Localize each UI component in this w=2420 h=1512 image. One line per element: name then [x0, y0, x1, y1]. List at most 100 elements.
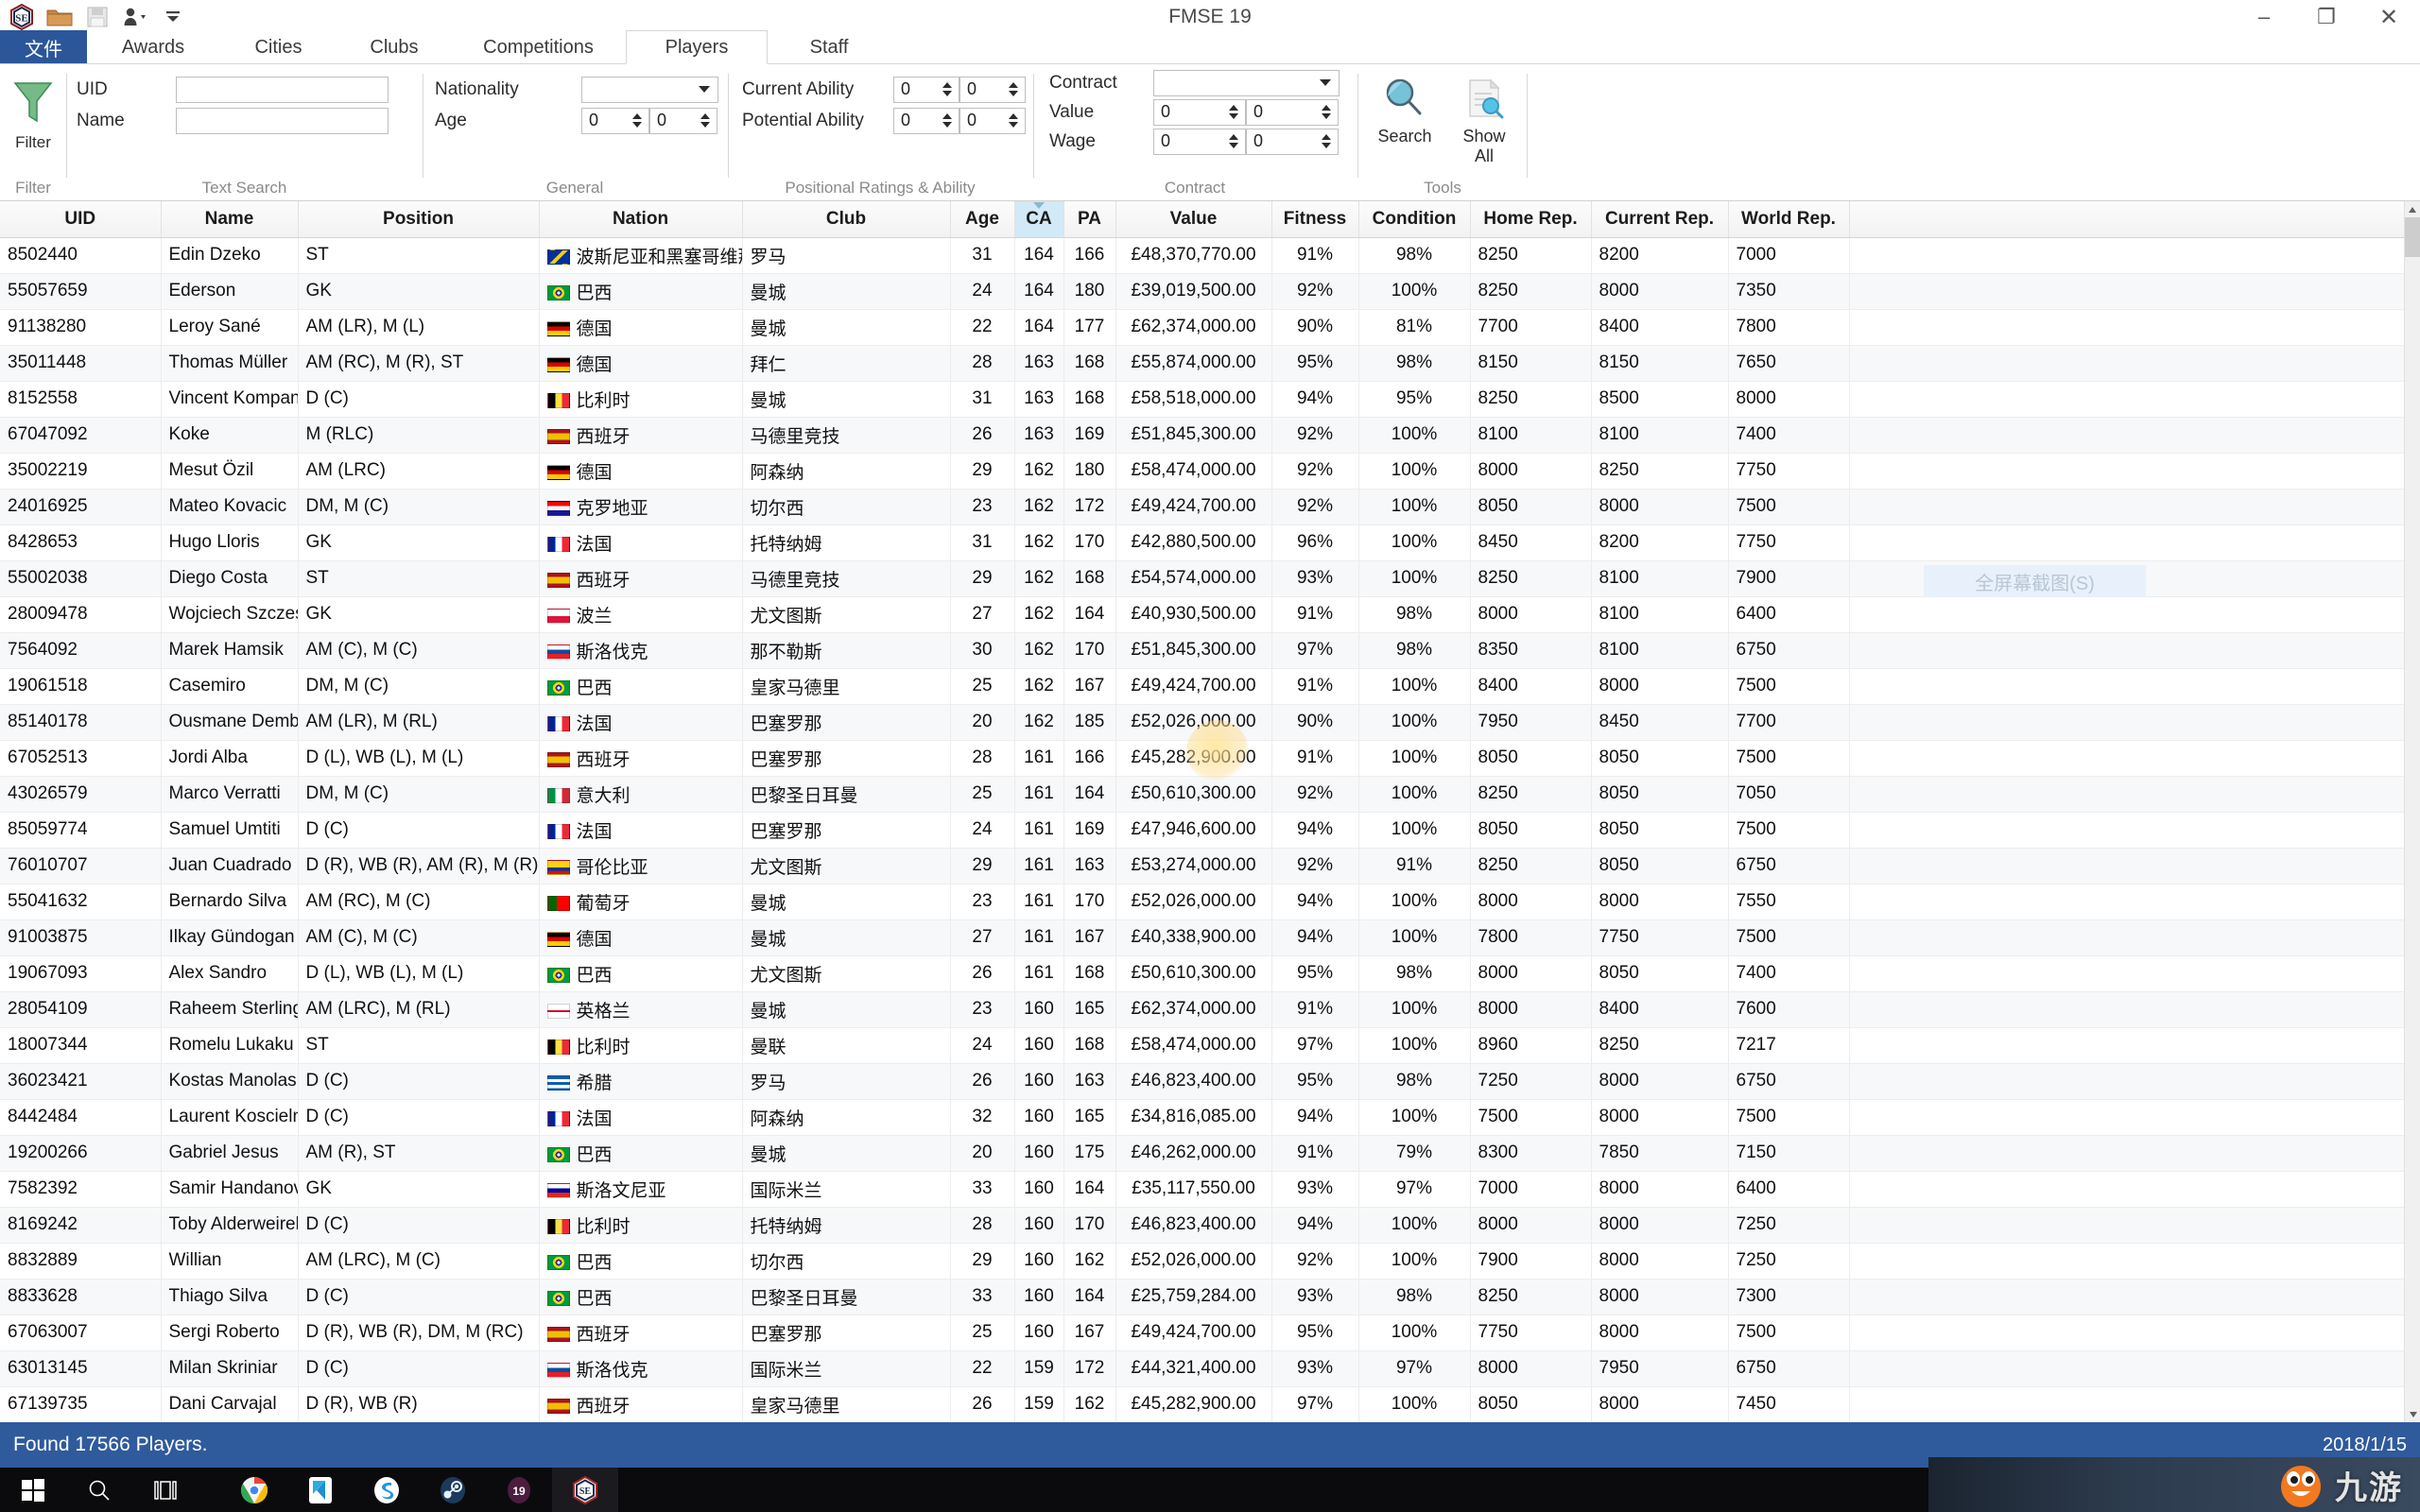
table-row[interactable]: 36023421 Kostas Manolas D (C) 希腊 罗马 26 160 163 £…: [0, 1063, 2420, 1100]
table-row[interactable]: 28009478Wojciech SzczesnyGK 波兰 尤文图斯2716216…: [0, 596, 2420, 633]
table-row[interactable]: 28054109 Raheem Sterling AM (LRC), M (RL) 英…: [0, 991, 2420, 1028]
column-header-age[interactable]: Age: [950, 201, 1015, 238]
table-row[interactable]: 8442484 Laurent Koscielny D (C) 法国 阿森纳 32 160 1…: [0, 1099, 2420, 1136]
spinner-arrows-icon[interactable]: [1226, 100, 1245, 125]
age-min-spinner[interactable]: 0: [581, 107, 649, 134]
potential-ability-min-spinner[interactable]: 0: [893, 107, 959, 134]
cell-uid: 67139735: [0, 1386, 162, 1422]
tab-staff[interactable]: Staff: [768, 30, 890, 63]
table-row[interactable]: 19061518 Casemiro DM, M (C) 巴西 皇家马德里 25 162 167…: [0, 668, 2420, 705]
column-header-spare[interactable]: [1849, 201, 2420, 238]
tab-cities[interactable]: Cities: [219, 30, 337, 63]
column-header-uid[interactable]: UID: [0, 201, 162, 238]
table-row[interactable]: 55057659 Ederson GK 巴西 曼城 24 164 180 £39,019,500…: [0, 273, 2420, 310]
spinner-arrows-icon[interactable]: [1006, 77, 1025, 102]
table-row[interactable]: 19067093 Alex Sandro D (L), WB (L), M (L) 巴…: [0, 955, 2420, 992]
age-max-spinner[interactable]: 0: [649, 107, 717, 134]
spinner-arrows-icon[interactable]: [1006, 109, 1025, 133]
tab-staff-label: Staff: [809, 36, 849, 58]
players-table-container[interactable]: UID Name Position Nation Club Age CA PA Value Fit…: [0, 201, 2420, 1422]
scroll-down-arrow-icon[interactable]: [2405, 1406, 2420, 1422]
column-header-pa[interactable]: PA: [1063, 201, 1116, 238]
tab-clubs[interactable]: Clubs: [337, 30, 451, 63]
restore-button[interactable]: ❐: [2295, 0, 2358, 34]
table-row[interactable]: 19200266 Gabriel Jesus AM (R), ST 巴西 曼城 20 160…: [0, 1135, 2420, 1172]
task-view-button[interactable]: [132, 1468, 199, 1512]
table-row[interactable]: 67139735 Dani Carvajal D (R), WB (R) 西班牙 皇家马…: [0, 1386, 2420, 1422]
spinner-arrows-icon[interactable]: [1319, 100, 1338, 125]
table-row[interactable]: 8833628 Thiago Silva D (C) 巴西 巴黎圣日耳曼 33 160 164…: [0, 1279, 2420, 1315]
spinner-arrows-icon[interactable]: [698, 109, 717, 133]
contract-combo[interactable]: [1153, 69, 1340, 96]
table-row[interactable]: 67063007 Sergi Roberto D (R), WB (R), DM, …: [0, 1314, 2420, 1351]
tab-competitions[interactable]: Competitions: [451, 30, 626, 63]
show-all-button[interactable]: Show All: [1447, 72, 1521, 165]
column-header-position[interactable]: Position: [298, 201, 540, 238]
table-row[interactable]: 24016925 Mateo Kovacic DM, M (C) 克罗地亚 切尔西 23 1…: [0, 489, 2420, 525]
potential-ability-max-spinner[interactable]: 0: [959, 107, 1026, 134]
table-row[interactable]: 55041632 Bernardo Silva AM (RC), M (C) 葡萄牙 曼…: [0, 884, 2420, 920]
taskbar-app-sogou[interactable]: [354, 1468, 420, 1512]
column-header-club[interactable]: Club: [742, 201, 951, 238]
uid-input[interactable]: [176, 76, 389, 103]
spinner-arrows-icon[interactable]: [940, 77, 959, 102]
spinner-arrows-icon[interactable]: [1226, 129, 1245, 154]
scroll-up-arrow-icon[interactable]: [2405, 201, 2420, 217]
funnel-icon[interactable]: [11, 77, 55, 131]
column-header-value[interactable]: Value: [1115, 201, 1272, 238]
name-input[interactable]: [176, 107, 389, 134]
current-ability-max-spinner[interactable]: 0: [959, 76, 1026, 103]
column-header-condition[interactable]: Condition: [1358, 201, 1471, 238]
cell-value: £40,338,900.00: [1115, 919, 1272, 956]
table-row[interactable]: 18007344 Romelu Lukaku ST 比利时 曼联 24 160 168 £58,…: [0, 1027, 2420, 1064]
search-button[interactable]: Search: [1368, 72, 1442, 165]
value-min-spinner[interactable]: 0: [1153, 98, 1246, 126]
table-row[interactable]: 67047092 Koke M (RLC) 西班牙 马德里竞技 26 163 169 £51,8…: [0, 417, 2420, 454]
table-row[interactable]: 35002219 Mesut Özil AM (LRC) 德国 阿森纳 29 162 180 £…: [0, 453, 2420, 490]
taskbar-app-chrome[interactable]: [221, 1468, 287, 1512]
spinner-arrows-icon[interactable]: [630, 109, 648, 133]
taskbar-app-fmse[interactable]: SE: [552, 1468, 618, 1512]
table-row[interactable]: 91003875 Ilkay Gündogan AM (C), M (C) 德国 曼城 2…: [0, 919, 2420, 956]
table-row[interactable]: 7564092 Marek Hamsik AM (C), M (C) 斯洛伐克 那不勒斯…: [0, 632, 2420, 669]
column-header-label: PA: [1078, 208, 1101, 229]
column-header-current_rep[interactable]: Current Rep.: [1591, 201, 1729, 238]
table-row[interactable]: 85059774 Samuel Umtiti D (C) 法国 巴塞罗那 24 161 169…: [0, 812, 2420, 849]
wage-min-spinner[interactable]: 0: [1153, 128, 1246, 155]
table-row[interactable]: 76010707 Juan Cuadrado D (R), WB (R), AM (…: [0, 848, 2420, 885]
taskbar-app-steam[interactable]: [420, 1468, 486, 1512]
spinner-arrows-icon[interactable]: [1319, 129, 1338, 154]
vertical-scrollbar[interactable]: [2404, 201, 2420, 1422]
taskbar-search-button[interactable]: [66, 1468, 132, 1512]
taskbar-app-fm19[interactable]: 19: [486, 1468, 552, 1512]
taskbar-app-kingsoft[interactable]: [287, 1468, 354, 1512]
spinner-arrows-icon[interactable]: [940, 109, 959, 133]
column-header-name[interactable]: Name: [161, 201, 299, 238]
current-ability-min-spinner[interactable]: 0: [893, 76, 959, 103]
tab-players[interactable]: Players: [626, 30, 768, 64]
column-header-fitness[interactable]: Fitness: [1271, 201, 1359, 238]
table-row[interactable]: 7582392Samir HandanovicGK 斯洛文尼亚 国际米兰331601…: [0, 1171, 2420, 1208]
column-header-world_rep[interactable]: World Rep.: [1728, 201, 1850, 238]
close-button[interactable]: ✕: [2358, 0, 2420, 34]
wage-max-spinner[interactable]: 0: [1246, 128, 1339, 155]
value-max-spinner[interactable]: 0: [1246, 98, 1339, 126]
tab-file[interactable]: 文件: [0, 30, 87, 63]
scrollbar-thumb[interactable]: [2405, 217, 2420, 257]
column-header-home_rep[interactable]: Home Rep.: [1470, 201, 1592, 238]
start-button[interactable]: [0, 1468, 66, 1512]
table-row[interactable]: 35011448 Thomas Müller AM (RC), M (R), ST 德…: [0, 345, 2420, 382]
table-row[interactable]: 91138280 Leroy Sané AM (LR), M (L) 德国 曼城 22 16…: [0, 309, 2420, 346]
column-header-nation[interactable]: Nation: [539, 201, 743, 238]
table-row[interactable]: 8832889 Willian AM (LRC), M (C) 巴西 切尔西 29 160 1…: [0, 1243, 2420, 1280]
table-row[interactable]: 8169242 Toby Alderweireld D (C) 比利时 托特纳姆 28 16…: [0, 1207, 2420, 1244]
tab-awards[interactable]: Awards: [87, 30, 219, 63]
cell-pa: 167: [1063, 919, 1116, 956]
nationality-combo[interactable]: [581, 76, 718, 103]
table-row[interactable]: 63013145 Milan Skriniar D (C) 斯洛伐克 国际米兰 22 159…: [0, 1350, 2420, 1387]
table-row[interactable]: 8502440 Edin Dzeko ST 波斯尼亚和黑塞哥维那 罗马 31 164 166 £…: [0, 237, 2420, 274]
minimize-button[interactable]: –: [2233, 0, 2295, 34]
column-header-ca[interactable]: CA: [1014, 201, 1064, 238]
table-row[interactable]: 8428653 Hugo Lloris GK 法国 托特纳姆 31 162 170 £42,88…: [0, 524, 2420, 561]
table-row[interactable]: 8152558 Vincent Kompany D (C) 比利时 曼城 31 163 168…: [0, 381, 2420, 418]
